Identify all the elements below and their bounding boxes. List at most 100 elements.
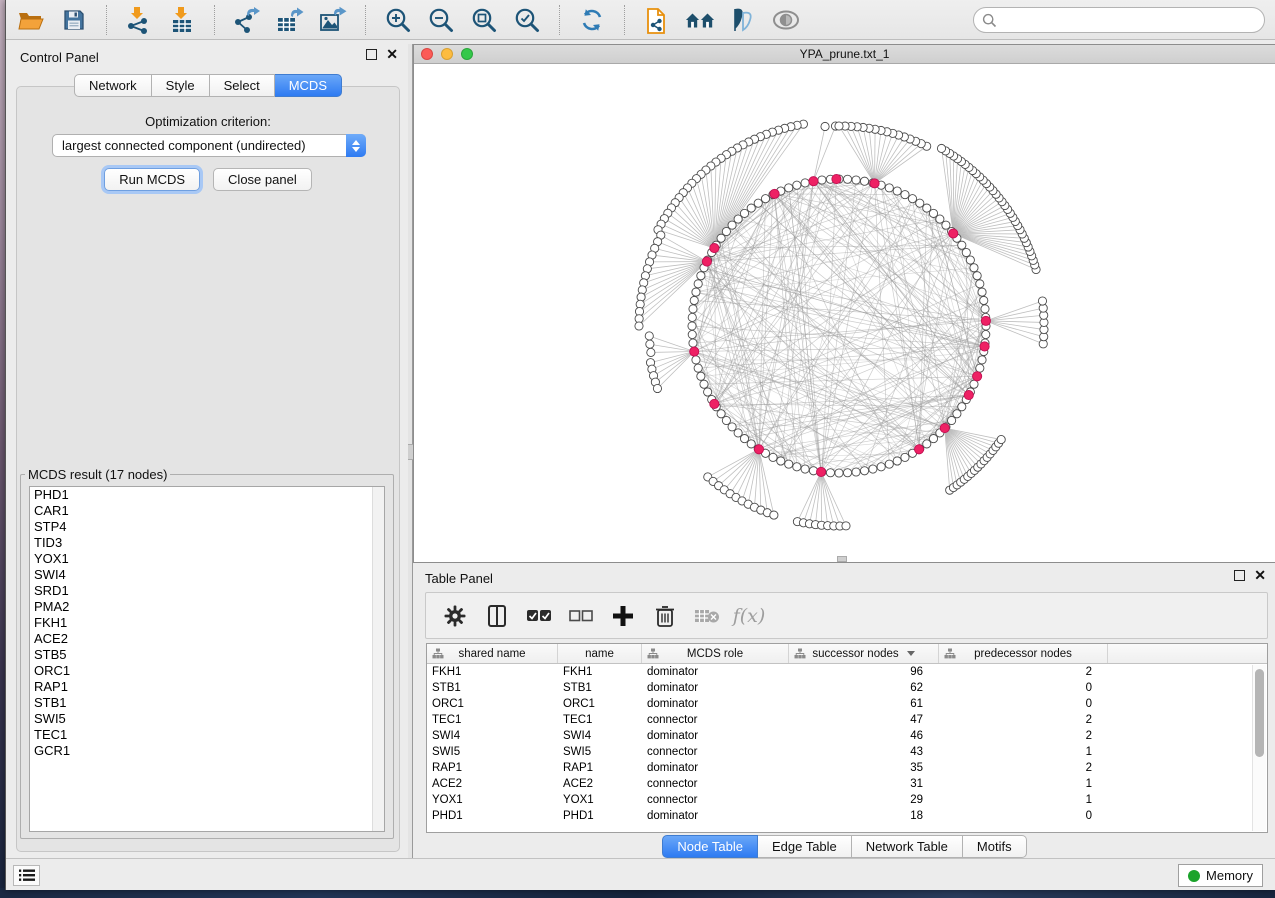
mcds-result-item[interactable]: ORC1 [30,663,384,679]
ring-node[interactable] [761,195,769,203]
selected-node[interactable] [754,445,763,454]
zoom-out-button[interactable] [426,5,456,35]
ring-node[interactable] [690,296,698,304]
ring-node[interactable] [973,272,981,280]
column-header-name[interactable]: name [558,644,642,663]
mcds-result-item[interactable]: TID3 [30,535,384,551]
control-tab-style[interactable]: Style [152,74,210,97]
satellite-node[interactable] [997,435,1005,443]
open-file-button[interactable] [16,5,46,35]
column-header-MCDS-role[interactable]: MCDS role [642,644,789,663]
ring-node[interactable] [916,199,924,207]
column-header-successor-nodes[interactable]: successor nodes [789,644,939,663]
ring-node[interactable] [976,280,984,288]
ring-node[interactable] [869,465,877,473]
ring-node[interactable] [962,248,970,256]
network-canvas[interactable] [414,64,1275,562]
control-tab-network[interactable]: Network [74,74,152,97]
memory-button[interactable]: Memory [1178,864,1263,887]
close-panel-button[interactable]: Close panel [213,168,312,191]
ring-node[interactable] [801,465,809,473]
ring-node[interactable] [970,380,978,388]
mcds-result-item[interactable]: ACE2 [30,631,384,647]
table-row[interactable]: RAP1RAP1dominator352 [427,760,1267,776]
ring-node[interactable] [689,305,697,313]
run-mcds-button[interactable]: Run MCDS [104,168,200,191]
ring-node[interactable] [958,403,966,411]
mcds-result-item[interactable]: CAR1 [30,503,384,519]
ring-node[interactable] [860,177,868,185]
new-network-from-selection-button[interactable] [642,5,672,35]
mcds-result-item[interactable]: SWI5 [30,711,384,727]
horizontal-splitter-grip[interactable] [837,556,847,562]
satellite-node[interactable] [770,511,778,519]
mcds-result-item[interactable]: SWI4 [30,567,384,583]
table-tab-node-table[interactable]: Node Table [662,835,758,858]
column-header-shared-name[interactable]: shared name [427,644,558,663]
ring-node[interactable] [769,453,777,461]
ring-node[interactable] [901,191,909,199]
ring-node[interactable] [843,175,851,183]
save-session-button[interactable] [59,5,89,35]
table-scrollbar[interactable] [1252,665,1266,831]
ring-node[interactable] [860,467,868,475]
table-tab-edge-table[interactable]: Edge Table [758,835,852,858]
ring-node[interactable] [692,356,700,364]
ring-node[interactable] [908,195,916,203]
import-table-button[interactable] [167,5,197,35]
ring-node[interactable] [982,330,990,338]
ring-node[interactable] [793,181,801,189]
column-header-predecessor-nodes[interactable]: predecessor nodes [939,644,1108,663]
satellite-node[interactable] [646,340,654,348]
control-tab-select[interactable]: Select [210,74,275,97]
export-image-button[interactable] [318,5,348,35]
export-table-button[interactable] [275,5,305,35]
ring-node[interactable] [981,305,989,313]
show-column-button[interactable] [484,603,510,629]
mcds-result-item[interactable]: YOX1 [30,551,384,567]
ring-node[interactable] [958,241,966,249]
satellite-node[interactable] [842,522,850,530]
ring-node[interactable] [697,372,705,380]
first-neighbors-button[interactable] [685,5,715,35]
ring-node[interactable] [976,364,984,372]
table-row[interactable]: YOX1YOX1connector291 [427,792,1267,808]
ring-node[interactable] [694,280,702,288]
ring-node[interactable] [966,256,974,264]
satellite-node[interactable] [645,332,653,340]
table-row[interactable]: PHD1PHD1dominator180 [427,808,1267,824]
mcds-result-item[interactable]: GCR1 [30,743,384,759]
ring-node[interactable] [826,469,834,477]
ring-node[interactable] [877,463,885,471]
ring-node[interactable] [717,234,725,242]
ring-node[interactable] [692,288,700,296]
close-panel-icon[interactable]: ✕ [386,49,398,60]
apply-layout-button[interactable] [577,5,607,35]
ring-node[interactable] [885,460,893,468]
ring-node[interactable] [694,364,702,372]
ring-node[interactable] [978,356,986,364]
ring-node[interactable] [818,176,826,184]
selected-node[interactable] [702,257,711,266]
ring-node[interactable] [700,380,708,388]
table-scrollbar-thumb[interactable] [1255,669,1264,757]
ring-node[interactable] [785,460,793,468]
ring-node[interactable] [885,184,893,192]
satellite-node[interactable] [835,122,843,130]
ring-node[interactable] [688,322,696,330]
ring-node[interactable] [843,469,851,477]
ring-node[interactable] [970,264,978,272]
selected-node[interactable] [690,347,699,356]
mcds-result-item[interactable]: TEC1 [30,727,384,743]
ring-node[interactable] [688,330,696,338]
float-table-panel-icon[interactable] [1234,570,1245,581]
table-tab-motifs[interactable]: Motifs [963,835,1027,858]
selected-node[interactable] [832,174,841,183]
show-panels-list-button[interactable] [13,865,40,886]
satellite-node[interactable] [937,144,945,152]
create-column-button[interactable] [610,603,636,629]
mcds-result-item[interactable]: STB5 [30,647,384,663]
table-settings-button[interactable] [442,603,468,629]
deselect-all-columns-button[interactable] [568,603,594,629]
ring-node[interactable] [978,288,986,296]
